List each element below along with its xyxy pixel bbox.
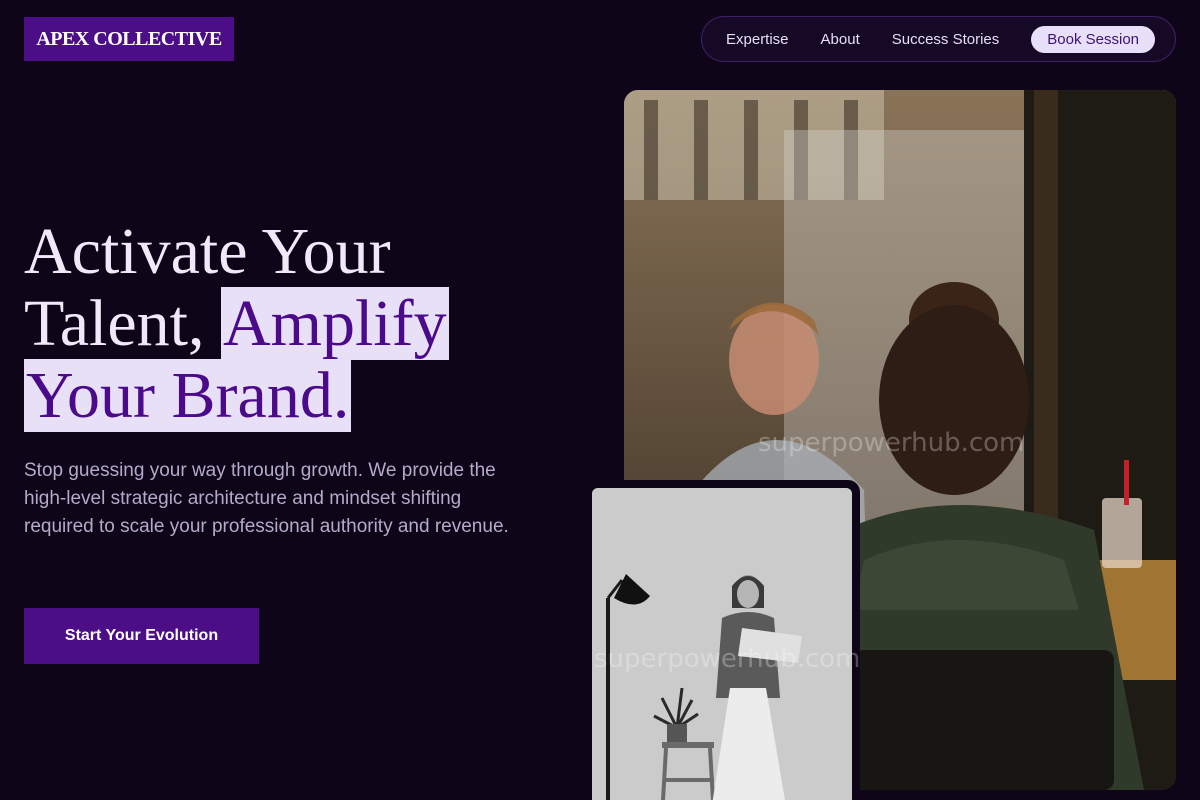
nav-link-expertise[interactable]: Expertise [726,31,789,48]
nav-link-about[interactable]: About [821,31,860,48]
nav-link-success-stories[interactable]: Success Stories [892,31,1000,48]
brand-logo[interactable]: APEX COLLECTIVE [24,17,234,61]
headline-plain: Talent, [24,287,221,360]
hero-headline: Activate Your Talent, Amplify Your Brand. [24,216,564,432]
hero-subtext: Stop guessing your way through growth. W… [24,460,509,537]
headline-highlight-amplify: Amplify [220,287,449,360]
main-nav: Expertise About Success Stories Book Ses… [701,16,1176,62]
headline-highlight-brand: Your Brand. [24,359,352,432]
hero-photo-portrait: superpowerhub.com [588,480,860,800]
book-session-button[interactable]: Book Session [1031,25,1156,53]
start-evolution-button[interactable]: Start Your Evolution [24,608,259,664]
headline-line-1: Activate Your [24,215,391,288]
